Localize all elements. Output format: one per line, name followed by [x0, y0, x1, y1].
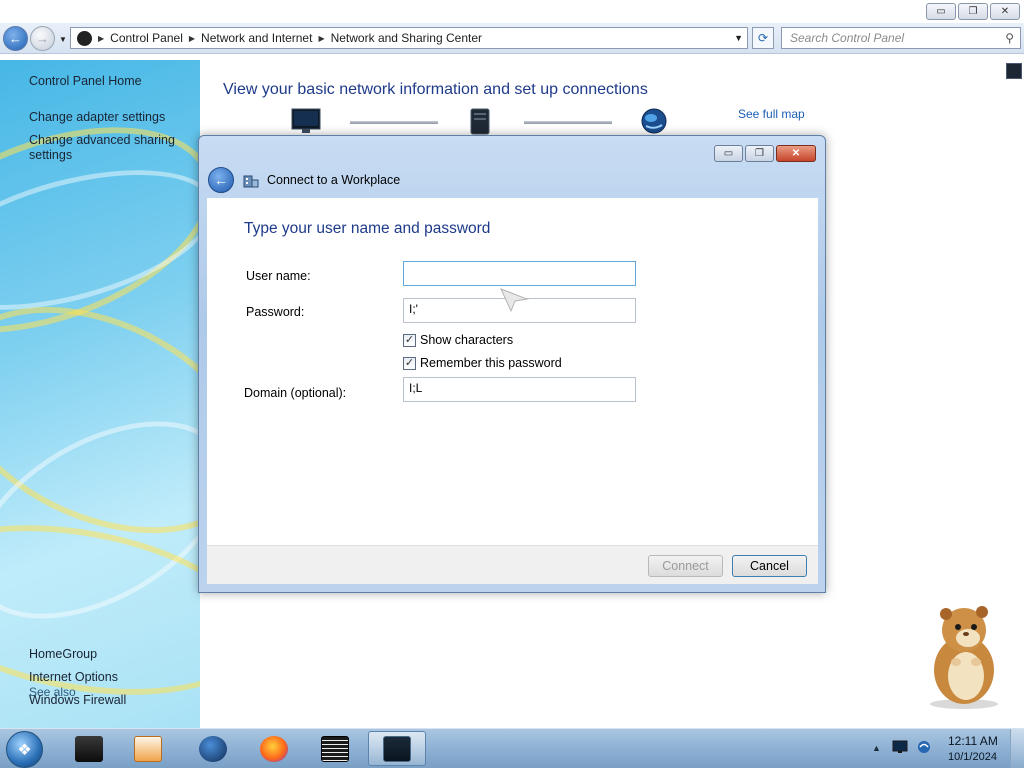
taskbar-firefox[interactable] [245, 731, 303, 766]
password-label: Password: [246, 305, 305, 319]
dialog-maximize-button[interactable]: ❐ [745, 145, 774, 162]
refresh-button[interactable]: ⟳ [752, 27, 774, 49]
dialog-heading: Type your user name and password [244, 220, 491, 237]
windows-firewall-link[interactable]: Windows Firewall [29, 693, 126, 708]
firefox-icon [260, 735, 288, 762]
minimize-button[interactable]: ▭ [926, 3, 956, 20]
dialog-title: Connect to a Workplace [267, 173, 401, 187]
network-tray-icon[interactable] [916, 740, 932, 754]
network-link-line [350, 121, 438, 124]
network-monitor-icon [383, 735, 411, 762]
username-label: User name: [246, 269, 311, 283]
globe-app-icon [199, 735, 227, 762]
hamster-desktop-pet-icon[interactable] [916, 600, 1016, 710]
domain-label: Domain (optional): [244, 386, 347, 400]
taskbar-app-1[interactable] [60, 731, 118, 766]
terminal-icon [321, 735, 349, 762]
taskbar-network-center[interactable] [368, 731, 426, 766]
address-bar: ← → ▼ ▶ Control Panel ▶ Network and Inte… [0, 23, 1024, 54]
restore-icon: ❐ [968, 6, 978, 17]
internet-options-link[interactable]: Internet Options [29, 670, 118, 685]
chevron-down-icon[interactable]: ▼ [734, 33, 743, 43]
chevron-right-icon[interactable]: ▶ [318, 34, 324, 43]
dark-app-icon [75, 735, 103, 762]
address-field[interactable]: ▶ Control Panel ▶ Network and Internet ▶… [70, 27, 748, 49]
help-icon[interactable] [1006, 63, 1022, 79]
domain-field[interactable]: I;L [403, 377, 636, 402]
windows-logo-icon: ❖ [17, 741, 32, 759]
clock-time[interactable]: 12:11 AM [948, 734, 998, 748]
internet-link-line [524, 121, 612, 124]
connect-to-workplace-dialog: ▭ ❐ ✕ ← Connect to a Workplace Type your… [198, 135, 826, 593]
dialog-minimize-button[interactable]: ▭ [714, 145, 743, 162]
sidebar: Control Panel Home Change adapter settin… [0, 60, 200, 728]
monitor-tray-icon[interactable] [892, 740, 908, 754]
mouse-cursor-icon [500, 288, 529, 313]
remember-password-label: Remember this password [420, 356, 562, 370]
control-panel-home-link[interactable]: Control Panel Home [29, 74, 142, 89]
router-icon[interactable] [468, 108, 492, 135]
close-button[interactable]: ✕ [990, 3, 1020, 20]
minimize-icon: ▭ [936, 6, 946, 17]
control-panel-icon [77, 30, 92, 46]
breadcrumb-control-panel[interactable]: Control Panel [110, 31, 183, 45]
dialog-window-controls: ▭ ❐ ✕ [714, 145, 816, 162]
back-button[interactable]: ← [3, 26, 28, 51]
show-characters-label: Show characters [420, 333, 514, 347]
forward-arrow-icon: → [36, 31, 49, 46]
page-title: View your basic network information and … [223, 81, 648, 98]
checkmark-icon[interactable]: ✓ [403, 356, 416, 370]
username-field[interactable] [403, 261, 636, 286]
search-icon[interactable]: ⚲ [1005, 31, 1014, 45]
remember-password-checkbox[interactable]: ✓ Remember this password [403, 356, 562, 370]
clock-date[interactable]: 10/1/2024 [948, 751, 997, 763]
checkmark-icon[interactable]: ✓ [403, 333, 416, 347]
minimize-icon: ▭ [723, 148, 734, 159]
media-player-icon [134, 735, 162, 762]
breadcrumb-network-internet[interactable]: Network and Internet [201, 31, 312, 45]
connect-button[interactable]: Connect [648, 555, 723, 577]
close-icon: ✕ [1000, 6, 1010, 17]
dialog-footer: Connect Cancel [207, 545, 818, 584]
search-placeholder: Search Control Panel [790, 31, 905, 45]
internet-globe-icon[interactable] [640, 108, 668, 135]
back-arrow-icon: ← [214, 172, 228, 188]
homegroup-link[interactable]: HomeGroup [29, 647, 97, 662]
show-desktop-button[interactable] [1010, 729, 1024, 768]
refresh-icon: ⟳ [757, 31, 769, 45]
show-hidden-icons-button[interactable]: ▲ [872, 743, 881, 753]
taskbar: ❖ ▲ 12:11 AM 10/1/2024 [0, 728, 1024, 768]
forward-button[interactable]: → [30, 26, 55, 51]
maximize-icon: ❐ [755, 148, 764, 159]
change-advanced-sharing-link[interactable]: Change advanced sharing settings [29, 133, 189, 163]
taskbar-terminal[interactable] [306, 731, 364, 766]
see-full-map-link[interactable]: See full map [738, 107, 805, 121]
restore-button[interactable]: ❐ [958, 3, 988, 20]
computer-icon[interactable] [290, 108, 322, 135]
back-arrow-icon: ← [9, 31, 22, 46]
chevron-right-icon[interactable]: ▶ [98, 34, 104, 43]
window-controls: ▭ ❐ ✕ [926, 3, 1020, 20]
taskbar-app-2[interactable] [119, 731, 177, 766]
search-input[interactable]: Search Control Panel ⚲ [781, 27, 1021, 49]
start-button[interactable]: ❖ [6, 731, 43, 768]
change-adapter-settings-link[interactable]: Change adapter settings [29, 110, 165, 125]
breadcrumb-network-sharing-center[interactable]: Network and Sharing Center [331, 31, 482, 45]
recent-pages-icon[interactable]: ▼ [59, 35, 67, 44]
workplace-icon [243, 175, 259, 188]
dialog-body: Type your user name and password User na… [207, 198, 818, 545]
cancel-button[interactable]: Cancel [732, 555, 807, 577]
dialog-back-button[interactable]: ← [208, 167, 234, 193]
show-characters-checkbox[interactable]: ✓ Show characters [403, 333, 513, 347]
taskbar-app-3[interactable] [184, 731, 242, 766]
dialog-close-button[interactable]: ✕ [776, 145, 816, 162]
chevron-right-icon[interactable]: ▶ [189, 34, 195, 43]
close-icon: ✕ [791, 148, 801, 159]
